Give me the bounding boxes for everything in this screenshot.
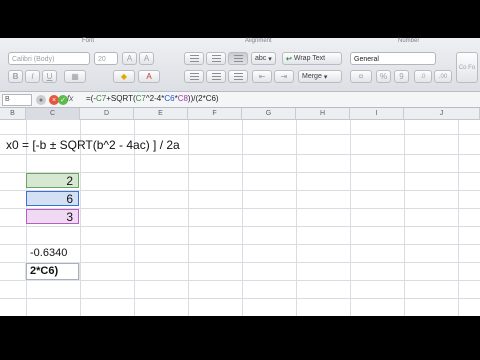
underline-label: U <box>46 72 53 81</box>
percent-button[interactable]: % <box>376 70 391 83</box>
decrease-indent-button[interactable]: ⇤ <box>252 70 272 83</box>
outdent-icon: ⇤ <box>258 72 266 81</box>
decrease-decimal-button[interactable]: .00 <box>434 70 452 83</box>
formula-ref-c6: C6 <box>164 94 175 103</box>
editing-text: 2*C6) <box>30 265 59 277</box>
result-cell[interactable]: -0.6340 <box>30 247 67 259</box>
align-middle-button[interactable] <box>206 52 226 65</box>
paint-bucket-icon: ◆ <box>120 72 128 81</box>
formula-part: +SQRT( <box>106 94 136 103</box>
currency-button[interactable]: ¤ <box>350 70 372 83</box>
column-headers: B C D E F G H I J <box>0 108 480 120</box>
formula-bar: B ● × ✓ fx =(-C7+SQRT(C7^2-4*C6*C8))/(2*… <box>0 92 480 108</box>
borders-icon: ▦ <box>71 72 79 81</box>
formula-ref-c7: C7 <box>135 94 146 103</box>
font-group-label: Font <box>82 38 95 44</box>
number-group-label: Number <box>398 38 420 44</box>
font-size-select[interactable]: 20 <box>94 52 118 65</box>
column-header-e[interactable]: E <box>134 108 188 120</box>
cell-c6[interactable]: 2 <box>26 173 79 188</box>
formula-part: ^2-4* <box>145 94 165 103</box>
italic-button[interactable]: I <box>25 70 40 83</box>
column-header-b[interactable]: B <box>0 108 26 120</box>
borders-button[interactable]: ▦ <box>64 70 86 83</box>
wrap-text-label: Wrap Text <box>293 55 326 62</box>
number-format-value: General <box>354 56 379 63</box>
align-bottom-icon <box>233 55 243 62</box>
align-right-button[interactable] <box>228 70 248 83</box>
cell-reference: B <box>5 96 10 103</box>
bold-label: B <box>12 72 19 81</box>
font-color-icon: A <box>146 72 152 81</box>
merge-label: Merge <box>302 73 322 80</box>
thousands-label: 9 <box>399 72 404 81</box>
italic-label: I <box>31 72 34 81</box>
percent-label: % <box>379 72 388 81</box>
align-left-button[interactable] <box>184 70 204 83</box>
text-orientation-button[interactable]: abc ▾ <box>251 52 276 65</box>
wrap-text-icon: ↩ <box>286 55 292 63</box>
decrease-font-button[interactable]: A <box>139 52 154 65</box>
indent-icon: ⇥ <box>280 72 288 81</box>
formula-ref-c8: C8 <box>177 94 188 103</box>
font-name-value: Calibri (Body) <box>12 56 55 63</box>
wrap-text-button[interactable]: ↩ Wrap Text <box>282 52 342 65</box>
formula-input[interactable]: =(-C7+SQRT(C7^2-4*C6*C8))/(2*C6) <box>86 94 219 103</box>
conditional-formatting-button[interactable]: Co Fo <box>456 52 478 83</box>
thousands-button[interactable]: 9 <box>394 70 409 83</box>
column-header-j[interactable]: J <box>404 108 480 120</box>
increase-font-button[interactable]: A <box>122 52 137 65</box>
merge-button[interactable]: Merge ▾ <box>298 70 342 83</box>
formula-ref-c7: C7 <box>96 94 107 103</box>
font-size-value: 20 <box>98 56 106 63</box>
conditional-formatting-label: Co Fo <box>458 64 476 71</box>
spreadsheet-grid[interactable]: B C D E F G H I J x0 = [-b ± SQRT(b^2 - … <box>0 108 480 316</box>
alignment-group-label: Alignment <box>245 38 272 44</box>
cell-c8[interactable]: 3 <box>26 209 79 224</box>
decrease-decimal-icon: .00 <box>438 73 448 80</box>
align-middle-icon <box>211 55 221 62</box>
font-down-icon: A <box>143 54 150 63</box>
formula-part: =(- <box>86 94 96 103</box>
letterbox-bottom <box>0 316 480 360</box>
align-center-icon <box>211 73 221 80</box>
font-color-button[interactable]: A <box>138 70 160 83</box>
chevron-down-icon: ▾ <box>268 55 272 63</box>
editing-cell[interactable]: 2*C6) <box>26 263 79 280</box>
letterbox-top <box>0 0 480 38</box>
bold-button[interactable]: B <box>8 70 23 83</box>
cancel-icon[interactable]: ● <box>36 95 46 105</box>
align-bottom-button[interactable] <box>228 52 248 65</box>
increase-indent-button[interactable]: ⇥ <box>274 70 294 83</box>
align-left-icon <box>189 73 199 80</box>
number-format-select[interactable]: General <box>350 52 436 65</box>
ribbon: Font Alignment Number Calibri (Body) 20 … <box>0 38 480 92</box>
text-orientation-label: abc <box>255 55 267 62</box>
column-header-f[interactable]: F <box>188 108 242 120</box>
align-right-icon <box>233 73 243 80</box>
column-header-g[interactable]: G <box>242 108 296 120</box>
chevron-down-icon: ▾ <box>323 73 328 81</box>
column-header-c[interactable]: C <box>26 108 80 120</box>
formula-part: ))/(2*C6) <box>187 94 219 103</box>
font-up-icon: A <box>126 54 133 63</box>
align-top-button[interactable] <box>184 52 204 65</box>
fx-icon[interactable]: fx <box>67 94 73 103</box>
column-header-h[interactable]: H <box>296 108 350 120</box>
increase-decimal-button[interactable]: .0 <box>414 70 432 83</box>
fill-color-button[interactable]: ◆ <box>113 70 135 83</box>
equation-text[interactable]: x0 = [-b ± SQRT(b^2 - 4ac) ] / 2a <box>6 138 180 152</box>
increase-decimal-icon: .0 <box>420 73 426 80</box>
currency-icon: ¤ <box>358 72 364 81</box>
name-box[interactable]: B <box>2 94 32 106</box>
align-top-icon <box>189 55 199 62</box>
underline-button[interactable]: U <box>42 70 57 83</box>
cell-c7[interactable]: 6 <box>26 191 79 206</box>
align-center-button[interactable] <box>206 70 226 83</box>
column-header-d[interactable]: D <box>80 108 134 120</box>
column-header-i[interactable]: I <box>350 108 404 120</box>
font-name-select[interactable]: Calibri (Body) <box>8 52 90 65</box>
